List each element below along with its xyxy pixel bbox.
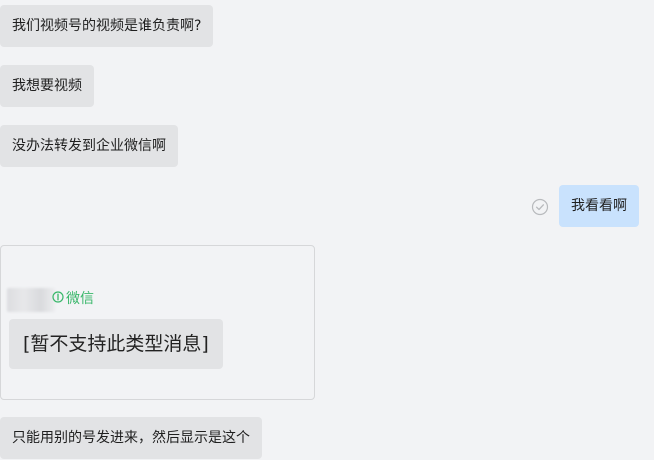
sender-avatar (7, 288, 55, 312)
message-bubble[interactable]: 我们视频号的视频是谁负责啊? (0, 5, 214, 47)
message-bubble[interactable]: 没办法转发到企业微信啊 (0, 125, 178, 167)
wechat-channels-icon (52, 290, 64, 308)
message-bubble-outgoing[interactable]: 我看看啊 (559, 185, 639, 227)
card-source: 微信 (52, 290, 94, 308)
message-bubble[interactable]: 我想要视频 (0, 65, 94, 107)
unsupported-message-card[interactable]: 微信 [暂不支持此类型消息] (0, 245, 315, 400)
check-circle-icon (531, 198, 549, 216)
card-source-label: 微信 (66, 291, 94, 307)
unsupported-message-text: [暂不支持此类型消息] (9, 319, 223, 369)
message-bubble[interactable]: 只能用别的号发进来，然后显示是这个 (0, 417, 262, 459)
